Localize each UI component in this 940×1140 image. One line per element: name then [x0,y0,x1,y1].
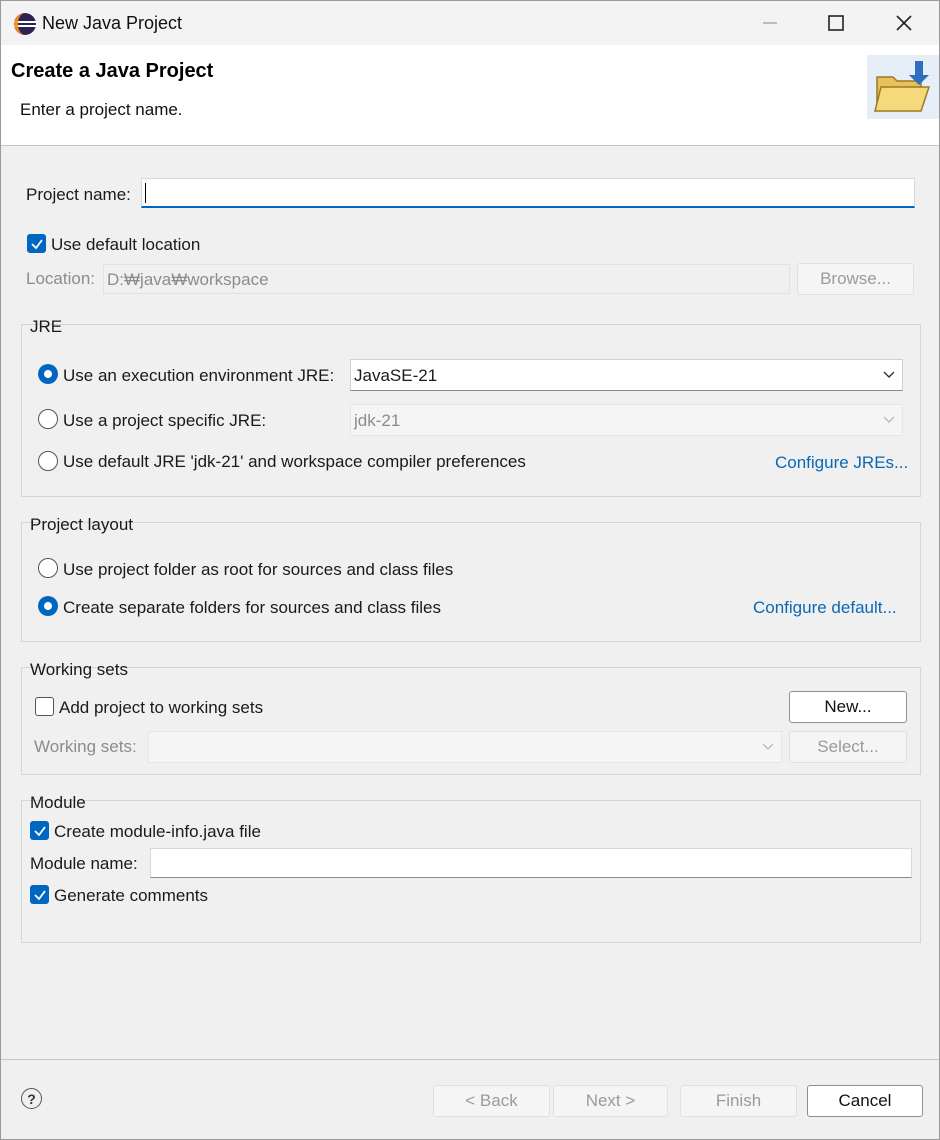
checkmark-icon [34,890,46,901]
add-to-working-sets-checkbox[interactable] [35,697,54,716]
configure-default-link[interactable]: Configure default... [753,598,897,618]
project-layout-group [21,522,921,642]
wizard-banner: Create a Java Project Enter a project na… [1,45,939,146]
layout-separate-folders-label[interactable]: Create separate folders for sources and … [63,598,441,618]
working-sets-label: Working sets: [34,737,137,756]
cancel-button[interactable]: Cancel [807,1085,923,1117]
execution-environment-value: JavaSE-21 [354,366,438,385]
next-button[interactable]: Next > [553,1085,668,1117]
maximize-button[interactable] [801,1,871,45]
text-caret [145,183,146,203]
back-button[interactable]: < Back [433,1085,550,1117]
project-specific-jre-value: jdk-21 [354,411,401,430]
project-specific-jre-select[interactable]: jdk-21 [350,404,903,436]
jre-default-label[interactable]: Use default JRE 'jdk-21' and workspace c… [63,452,526,472]
module-group-title: Module [30,793,86,812]
location-label: Location: [26,269,95,288]
generate-comments-label[interactable]: Generate comments [54,886,208,906]
chevron-down-icon [883,416,895,423]
new-working-set-button[interactable]: New... [789,691,907,723]
new-folder-icon [867,55,939,119]
checkmark-icon [34,826,46,837]
chevron-down-icon [883,371,895,378]
finish-button[interactable]: Finish [680,1085,797,1117]
eclipse-icon [14,13,36,35]
help-icon[interactable]: ? [21,1088,42,1109]
execution-environment-select[interactable]: JavaSE-21 [350,359,903,391]
create-module-info-checkbox[interactable] [30,821,49,840]
project-layout-group-title: Project layout [30,515,133,534]
jre-project-specific-radio[interactable] [38,409,58,429]
layout-single-folder-label[interactable]: Use project folder as root for sources a… [63,560,453,580]
module-name-label: Module name: [30,854,138,873]
select-working-sets-button[interactable]: Select... [789,731,907,763]
use-default-location-checkbox[interactable] [27,234,46,253]
jre-group-title: JRE [30,317,63,336]
new-java-project-dialog: New Java Project Create a Java Project E… [0,0,940,1140]
close-button[interactable] [869,1,939,45]
module-name-input[interactable] [150,848,912,878]
banner-message: Enter a project name. [20,100,183,119]
chevron-down-icon [762,743,774,750]
checkmark-icon [31,239,43,250]
working-sets-group-title: Working sets [30,660,128,679]
jre-project-specific-label[interactable]: Use a project specific JRE: [63,411,266,431]
configure-jres-link[interactable]: Configure JREs... [775,453,908,473]
maximize-icon [828,15,844,31]
add-to-working-sets-label[interactable]: Add project to working sets [59,698,263,718]
layout-separate-folders-radio[interactable] [38,596,58,616]
create-module-info-label[interactable]: Create module-info.java file [54,822,261,842]
use-default-location-label[interactable]: Use default location [51,235,200,255]
layout-single-folder-radio[interactable] [38,558,58,578]
window-title: New Java Project [42,13,183,33]
minimize-icon [763,22,777,24]
browse-button[interactable]: Browse... [797,263,914,295]
location-input[interactable]: D:₩java₩workspace [103,264,790,294]
title-bar[interactable]: New Java Project [1,1,939,45]
jre-default-radio[interactable] [38,451,58,471]
working-sets-select[interactable] [148,731,782,763]
close-icon [896,15,912,31]
generate-comments-checkbox[interactable] [30,885,49,904]
project-name-label: Project name: [26,185,131,204]
jre-execution-environment-radio[interactable] [38,364,58,384]
project-name-input[interactable] [141,178,915,208]
jre-execution-environment-label[interactable]: Use an execution environment JRE: [63,366,334,386]
footer-divider [1,1059,939,1060]
minimize-button[interactable] [735,1,805,45]
banner-title: Create a Java Project [11,60,214,82]
